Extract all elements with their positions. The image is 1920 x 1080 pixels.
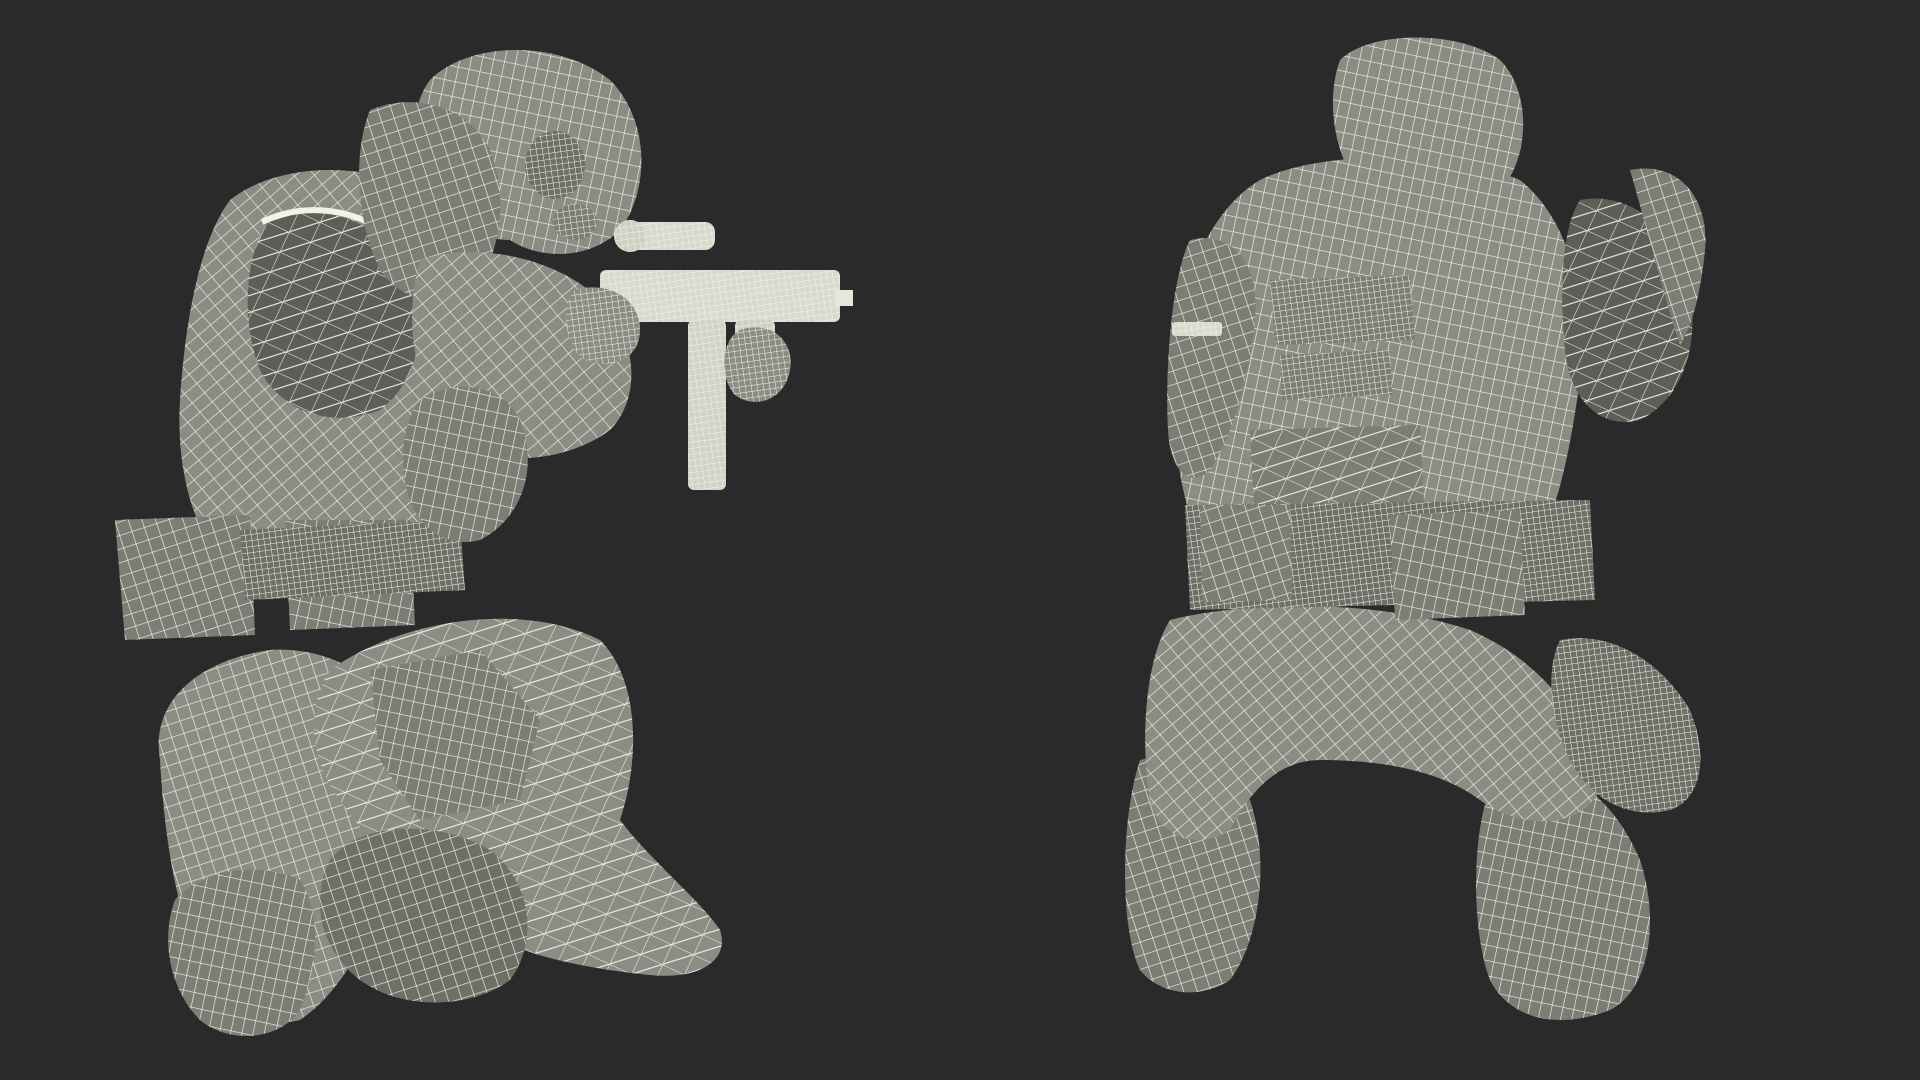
wireframe-render (115, 37, 1706, 1037)
soldier-front-view (115, 50, 853, 1037)
soldier-back-view (1125, 37, 1706, 1020)
viewport (0, 0, 1920, 1080)
